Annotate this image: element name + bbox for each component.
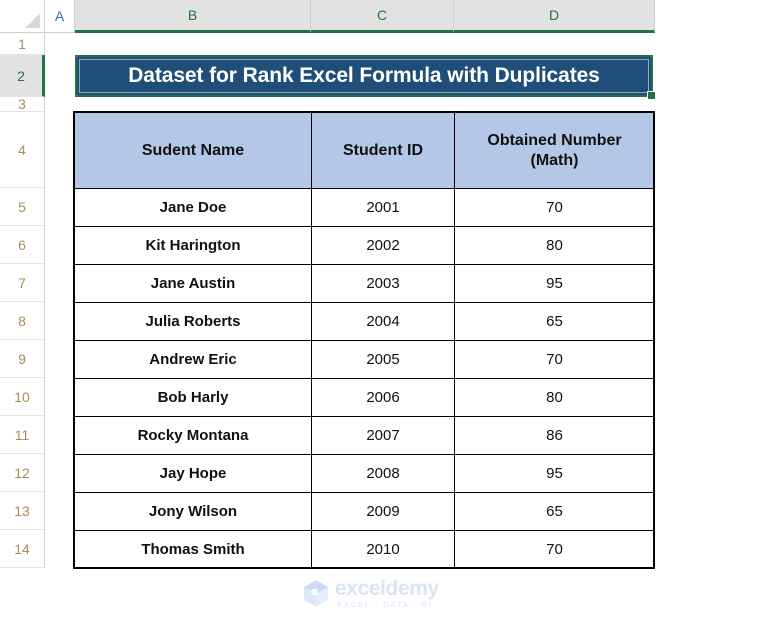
table-row: Jony Wilson 2009 65 (74, 492, 655, 531)
cell-student-id[interactable]: 2008 (311, 454, 455, 493)
cell-student-name[interactable]: Jony Wilson (74, 492, 312, 531)
cell-student-id[interactable]: 2002 (311, 226, 455, 265)
cell-obtained-number[interactable]: 70 (454, 530, 655, 569)
table-row: Jane Austin 2003 95 (74, 264, 655, 303)
cell-obtained-number[interactable]: 95 (454, 264, 655, 303)
watermark-tagline: EXCEL - DATA - BI (337, 600, 433, 609)
table-row: Jane Doe 2001 70 (74, 188, 655, 227)
row-header-12[interactable]: 12 (0, 454, 45, 492)
column-header-obtained-number: Obtained Number (Math) (454, 112, 655, 189)
table-row: Jay Hope 2008 95 (74, 454, 655, 493)
cell-obtained-number[interactable]: 70 (454, 188, 655, 227)
table-header-row: Sudent Name Student ID Obtained Number (M… (74, 112, 655, 189)
row-header-8[interactable]: 8 (0, 302, 45, 340)
cell-student-name[interactable]: Julia Roberts (74, 302, 312, 341)
watermark-text: exceldemy EXCEL - DATA - BI (335, 578, 439, 609)
column-header-a[interactable]: A (45, 0, 75, 33)
row-header-2[interactable]: 2 (0, 55, 45, 97)
table-row: Bob Harly 2006 80 (74, 378, 655, 417)
title-cell[interactable]: Dataset for Rank Excel Formula with Dupl… (79, 59, 649, 93)
select-all-triangle-icon (25, 13, 40, 28)
cell-student-id[interactable]: 2001 (311, 188, 455, 227)
cell-student-id[interactable]: 2005 (311, 340, 455, 379)
cell-student-id[interactable]: 2006 (311, 378, 455, 417)
select-all-button[interactable] (0, 0, 45, 33)
row-header-6[interactable]: 6 (0, 226, 45, 264)
table-row: Thomas Smith 2010 70 (74, 530, 655, 569)
row-header-11[interactable]: 11 (0, 416, 45, 454)
column-header-d[interactable]: D (454, 0, 655, 33)
column-header-student-id: Student ID (311, 112, 455, 189)
cell-obtained-number[interactable]: 70 (454, 340, 655, 379)
fill-handle[interactable] (647, 91, 656, 100)
row-header-1[interactable]: 1 (0, 33, 45, 55)
spreadsheet-grid: ABCD 1 2 3 4 5 6 7 8 9 10 11 12 13 14 Dataset for Ran… (0, 0, 767, 625)
table-row: Julia Roberts 2004 65 (74, 302, 655, 341)
cell-student-id[interactable]: 2009 (311, 492, 455, 531)
cell-student-id[interactable]: 2004 (311, 302, 455, 341)
cell-student-name[interactable]: Rocky Montana (74, 416, 312, 455)
cell-student-id[interactable]: 2007 (311, 416, 455, 455)
table-row: Rocky Montana 2007 86 (74, 416, 655, 455)
table-row: Kit Harington 2002 80 (74, 226, 655, 265)
cell-student-name[interactable]: Thomas Smith (74, 530, 312, 569)
dataset-table: Sudent Name Student ID Obtained Number (M… (74, 112, 655, 569)
cell-student-id[interactable]: 2003 (311, 264, 455, 303)
cell-student-name[interactable]: Kit Harington (74, 226, 312, 265)
row-header-14[interactable]: 14 (0, 530, 45, 568)
row-header-4[interactable]: 4 (0, 112, 45, 188)
cell-obtained-number[interactable]: 80 (454, 378, 655, 417)
column-header-c[interactable]: C (311, 0, 454, 33)
exceldemy-watermark: exceldemy EXCEL - DATA - BI (303, 578, 439, 609)
title-cell-selection[interactable]: Dataset for Rank Excel Formula with Dupl… (75, 55, 653, 97)
cell-obtained-number[interactable]: 80 (454, 226, 655, 265)
cell-student-id[interactable]: 2010 (311, 530, 455, 569)
table-body: Jane Doe 2001 70 Kit Harington 2002 80 Jane Au… (74, 188, 655, 569)
row-header-5[interactable]: 5 (0, 188, 45, 226)
column-header-student-name: Sudent Name (74, 112, 312, 189)
cell-obtained-number[interactable]: 65 (454, 492, 655, 531)
cell-student-name[interactable]: Andrew Eric (74, 340, 312, 379)
column-header-b[interactable]: B (75, 0, 311, 33)
row-header-9[interactable]: 9 (0, 340, 45, 378)
exceldemy-cube-logo-icon (304, 580, 328, 607)
row-header-3[interactable]: 3 (0, 96, 45, 112)
cell-student-name[interactable]: Jane Doe (74, 188, 312, 227)
cell-student-name[interactable]: Jay Hope (74, 454, 312, 493)
cell-obtained-number[interactable]: 65 (454, 302, 655, 341)
cell-student-name[interactable]: Jane Austin (74, 264, 312, 303)
watermark-brand: exceldemy (335, 577, 439, 600)
row-header-13[interactable]: 13 (0, 492, 45, 530)
column-header-strip: ABCD (0, 0, 767, 33)
cell-obtained-number[interactable]: 95 (454, 454, 655, 493)
row-header-7[interactable]: 7 (0, 264, 45, 302)
row-header-10[interactable]: 10 (0, 378, 45, 416)
cell-student-name[interactable]: Bob Harly (74, 378, 312, 417)
page-title: Dataset for Rank Excel Formula with Dupl… (128, 64, 600, 87)
cell-obtained-number[interactable]: 86 (454, 416, 655, 455)
table-row: Andrew Eric 2005 70 (74, 340, 655, 379)
